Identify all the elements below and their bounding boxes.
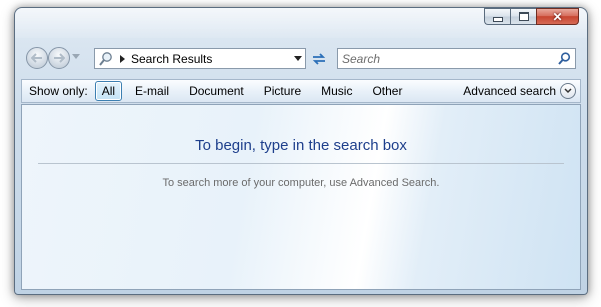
maximize-icon (518, 12, 529, 21)
maximize-button[interactable] (510, 8, 536, 25)
forward-button[interactable] (48, 47, 70, 69)
results-pane: To begin, type in the search box To sear… (21, 104, 581, 290)
search-box[interactable] (337, 48, 576, 69)
filter-bar: Show only: All E-mail Document Picture M… (21, 79, 581, 103)
address-dropdown-button[interactable] (291, 49, 305, 68)
filter-email[interactable]: E-mail (128, 81, 176, 101)
search-input[interactable] (338, 50, 556, 67)
filter-other[interactable]: Other (365, 81, 409, 101)
recent-pages-dropdown[interactable] (72, 54, 80, 59)
close-icon: ✕ (552, 9, 563, 24)
results-title: To begin, type in the search box (195, 137, 407, 154)
filter-label: Show only: (29, 84, 88, 98)
refresh-icon (312, 52, 326, 65)
refresh-button[interactable] (308, 48, 330, 69)
back-button[interactable] (26, 47, 48, 69)
breadcrumb-separator-icon[interactable] (120, 54, 125, 63)
filter-music[interactable]: Music (314, 81, 359, 101)
chevron-down-icon (560, 83, 576, 99)
close-button[interactable]: ✕ (536, 8, 579, 25)
caption-buttons: ✕ (484, 8, 579, 25)
filter-picture[interactable]: Picture (257, 81, 308, 101)
forward-arrow-icon (54, 53, 65, 63)
chevron-down-icon (294, 56, 302, 61)
advanced-search-label: Advanced search (463, 84, 556, 98)
magnifier-icon (98, 51, 114, 67)
filter-document[interactable]: Document (182, 81, 251, 101)
advanced-search-button[interactable]: Advanced search (463, 83, 576, 99)
search-window: ✕ Search Results Search Show only: All E… (14, 7, 588, 295)
address-bar[interactable]: Search Results (94, 48, 306, 69)
minimize-icon (492, 16, 503, 22)
address-location[interactable]: Search Results (131, 52, 291, 66)
filter-all[interactable]: All (94, 81, 123, 101)
back-arrow-icon (31, 53, 42, 63)
divider (38, 163, 564, 164)
minimize-button[interactable] (484, 8, 510, 25)
results-hint: To search more of your computer, use Adv… (162, 177, 440, 189)
search-icon[interactable] (556, 51, 572, 67)
